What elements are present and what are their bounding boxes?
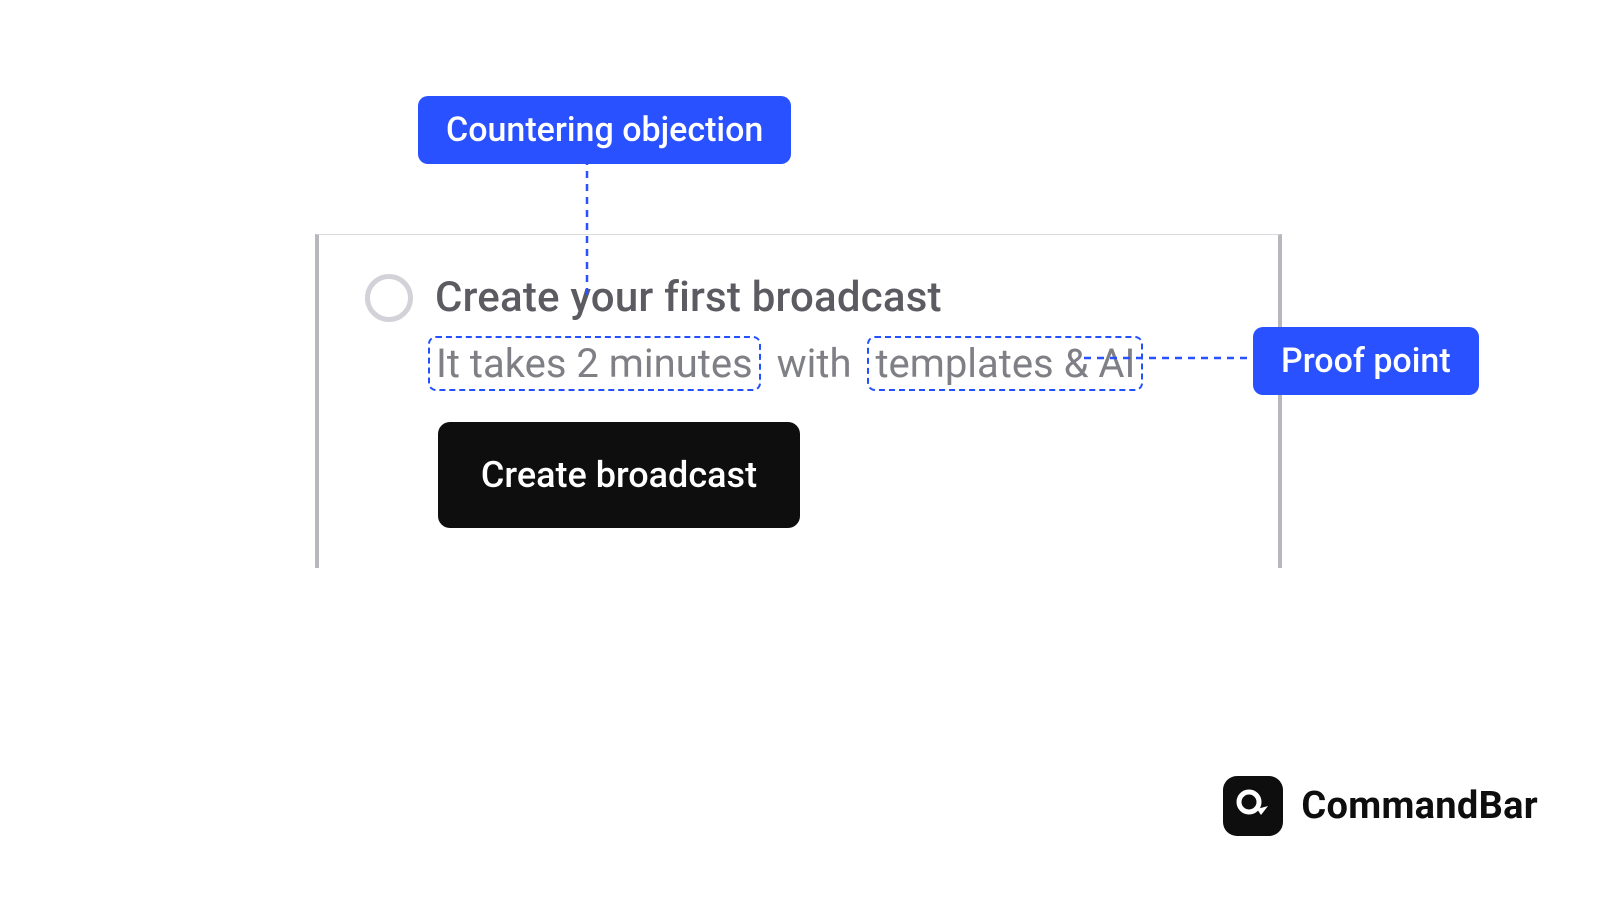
brand-name: CommandBar xyxy=(1301,784,1538,828)
annotation-proof-point: Proof point xyxy=(1253,327,1479,395)
card-title: Create your first broadcast xyxy=(435,273,942,322)
annotation-countering-objection: Countering objection xyxy=(418,96,791,164)
cta-label: Create broadcast xyxy=(481,454,757,496)
brand-logo: CommandBar xyxy=(1223,776,1538,836)
diagram-canvas: { "annotations": { "top_label": "Counter… xyxy=(0,0,1600,900)
highlight-proof: templates & AI xyxy=(867,336,1143,391)
highlight-objection: It takes 2 minutes xyxy=(428,336,761,391)
card-subtitle: It takes 2 minutes with templates & AI xyxy=(428,336,1143,391)
annotation-label: Countering objection xyxy=(446,110,763,150)
annotation-label: Proof point xyxy=(1281,341,1451,381)
unchecked-radio-icon[interactable] xyxy=(365,274,413,322)
card-header-row: Create your first broadcast xyxy=(365,273,942,322)
create-broadcast-button[interactable]: Create broadcast xyxy=(438,422,800,528)
brand-logo-icon xyxy=(1223,776,1283,836)
subtitle-connector: with xyxy=(771,340,858,387)
